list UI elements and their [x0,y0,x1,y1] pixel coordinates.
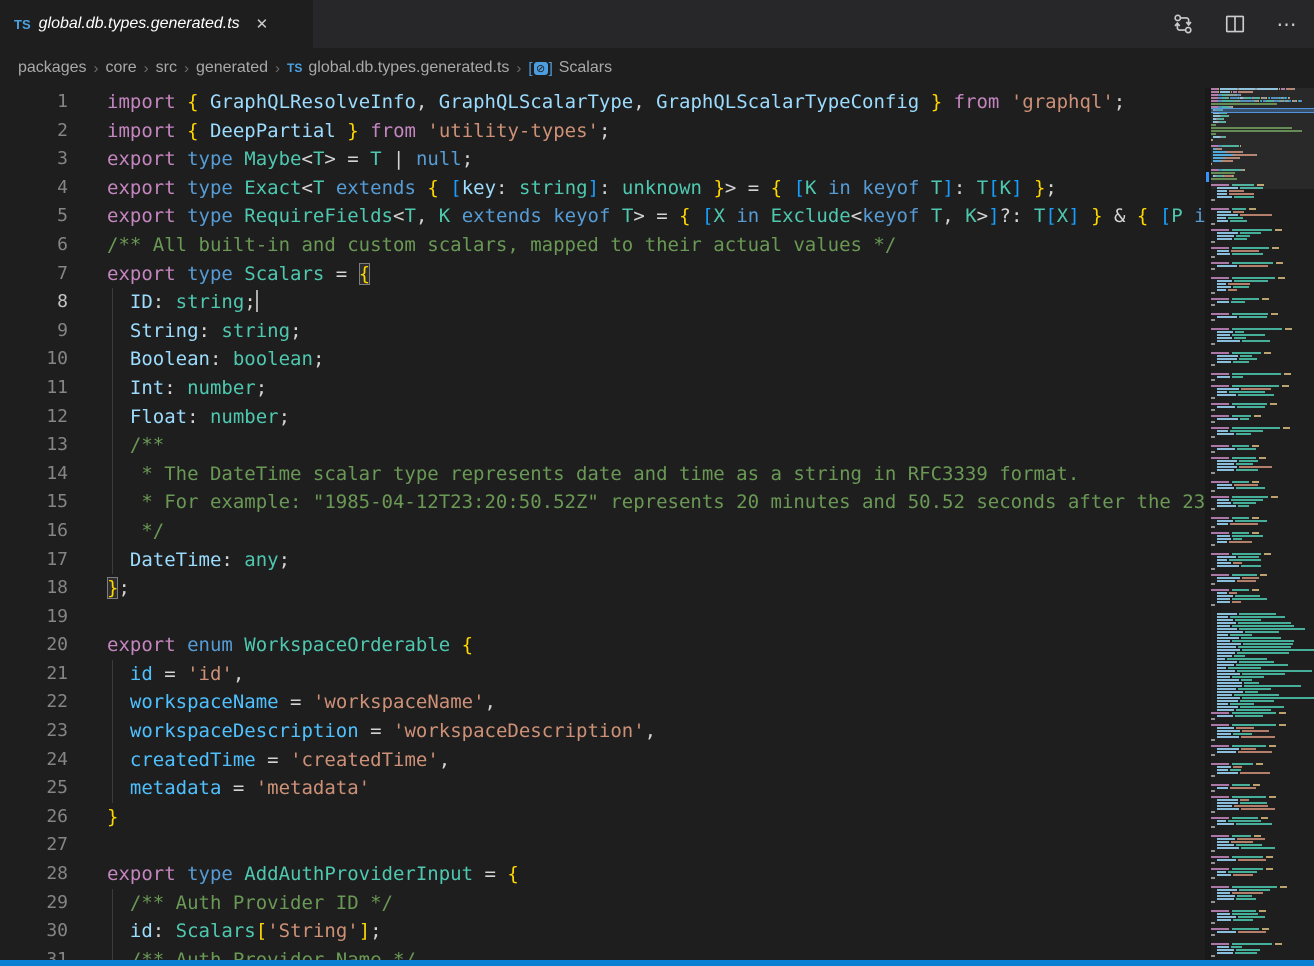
editor-actions: ⋯ [1170,0,1306,48]
breadcrumb-filename[interactable]: global.db.types.generated.ts [308,59,509,77]
code-line[interactable]: 21 id = 'id', [0,660,1205,689]
line-number[interactable]: 5 [0,202,68,231]
minimap-container [1205,88,1314,960]
breadcrumb-symbol-scalars[interactable]: Scalars [559,59,612,77]
minimap-slider[interactable] [1211,88,1314,189]
breadcrumb-separator: › [184,60,189,77]
line-number[interactable]: 31 [0,946,68,960]
breadcrumb-separator: › [516,60,521,77]
line-number[interactable]: 19 [0,603,68,632]
line-number[interactable]: 11 [0,374,68,403]
code-line[interactable]: 13 /** [0,431,1205,460]
code-line[interactable]: 6/** All built-in and custom scalars, ma… [0,231,1205,260]
line-number[interactable]: 1 [0,88,68,117]
code-line[interactable]: 12 Float: number; [0,403,1205,432]
breadcrumb-separator: › [275,60,280,77]
line-number[interactable]: 10 [0,345,68,374]
code-line[interactable]: 18}; [0,574,1205,603]
line-number[interactable]: 15 [0,488,68,517]
code-line[interactable]: 1import { GraphQLResolveInfo, GraphQLSca… [0,88,1205,117]
code-rows: 1import { GraphQLResolveInfo, GraphQLSca… [0,88,1205,960]
code-line[interactable]: 29 /** Auth Provider ID */ [0,889,1205,918]
line-number[interactable]: 26 [0,803,68,832]
code-line[interactable]: 25 metadata = 'metadata' [0,774,1205,803]
line-number[interactable]: 21 [0,660,68,689]
line-number[interactable]: 24 [0,746,68,775]
code-line[interactable]: 22 workspaceName = 'workspaceName', [0,688,1205,717]
code-line[interactable]: 23 workspaceDescription = 'workspaceDesc… [0,717,1205,746]
line-number[interactable]: 27 [0,831,68,860]
line-number[interactable]: 13 [0,431,68,460]
status-bar [0,960,1314,966]
code-line[interactable]: 20export enum WorkspaceOrderable { [0,631,1205,660]
code-line[interactable]: 7export type Scalars = { [0,260,1205,289]
line-number[interactable]: 3 [0,145,68,174]
ellipsis-icon: ⋯ [1277,12,1298,37]
line-number[interactable]: 12 [0,403,68,432]
tab-bar: TS global.db.types.generated.ts ✕ [0,0,1314,48]
breadcrumb-src[interactable]: src [156,59,177,77]
code-line[interactable]: 19 [0,603,1205,632]
split-editor-button[interactable] [1222,11,1248,37]
breadcrumb-packages[interactable]: packages [18,59,87,77]
vscode-editor-window: TS global.db.types.generated.ts ✕ [0,0,1314,966]
line-number[interactable]: 29 [0,889,68,918]
code-line[interactable]: 27 [0,831,1205,860]
symbol-variable-icon: [⊘] [528,60,552,77]
code-line[interactable]: 26} [0,803,1205,832]
minimap[interactable] [1211,88,1314,960]
split-editor-icon [1224,13,1246,35]
line-number[interactable]: 25 [0,774,68,803]
code-line[interactable]: 10 Boolean: boolean; [0,345,1205,374]
code-line[interactable]: 2import { DeepPartial } from 'utility-ty… [0,117,1205,146]
line-number[interactable]: 6 [0,231,68,260]
code-editor[interactable]: 1import { GraphQLResolveInfo, GraphQLSca… [0,88,1205,960]
breadcrumb-separator: › [144,60,149,77]
code-line[interactable]: 17 DateTime: any; [0,546,1205,575]
close-tab-icon[interactable]: ✕ [252,13,273,35]
line-number[interactable]: 14 [0,460,68,489]
minimap-content [1211,88,1314,957]
occurrence-marker [1206,172,1209,182]
more-actions-button[interactable]: ⋯ [1274,11,1300,37]
code-line[interactable]: 28export type AddAuthProviderInput = { [0,860,1205,889]
breadcrumb-separator: › [94,60,99,77]
typescript-file-icon: TS [14,17,31,32]
code-line[interactable]: 4export type Exact<T extends { [key: str… [0,174,1205,203]
code-line[interactable]: 5export type RequireFields<T, K extends … [0,202,1205,231]
code-line[interactable]: 16 */ [0,517,1205,546]
line-number[interactable]: 8 [0,288,68,317]
compare-changes-icon [1172,13,1194,35]
line-number[interactable]: 23 [0,717,68,746]
line-number[interactable]: 7 [0,260,68,289]
line-number[interactable]: 16 [0,517,68,546]
code-line[interactable]: 8 ID: string; [0,288,1205,317]
code-line[interactable]: 3export type Maybe<T> = T | null; [0,145,1205,174]
tab-label: global.db.types.generated.ts [39,15,240,33]
code-line[interactable]: 24 createdTime = 'createdTime', [0,746,1205,775]
text-cursor [256,290,258,312]
code-line[interactable]: 9 String: string; [0,317,1205,346]
line-number[interactable]: 2 [0,117,68,146]
breadcrumb-generated[interactable]: generated [196,59,268,77]
breadcrumb-core[interactable]: core [106,59,137,77]
breadcrumb: packages › core › src › generated › TS g… [0,48,1314,88]
code-line[interactable]: 11 Int: number; [0,374,1205,403]
code-line[interactable]: 15 * For example: "1985-04-12T23:20:50.5… [0,488,1205,517]
code-line[interactable]: 14 * The DateTime scalar type represents… [0,460,1205,489]
line-number[interactable]: 17 [0,546,68,575]
line-number[interactable]: 20 [0,631,68,660]
tab-global-db-types-generated[interactable]: TS global.db.types.generated.ts ✕ [0,0,314,48]
open-changes-button[interactable] [1170,11,1196,37]
code-line[interactable]: 30 id: Scalars['String']; [0,917,1205,946]
line-number[interactable]: 4 [0,174,68,203]
line-number[interactable]: 18 [0,574,68,603]
code-line[interactable]: 31 /** Auth Provider Name */ [0,946,1205,960]
typescript-file-icon: TS [287,61,302,75]
line-number[interactable]: 28 [0,860,68,889]
line-number[interactable]: 30 [0,917,68,946]
line-number[interactable]: 9 [0,317,68,346]
line-number[interactable]: 22 [0,688,68,717]
